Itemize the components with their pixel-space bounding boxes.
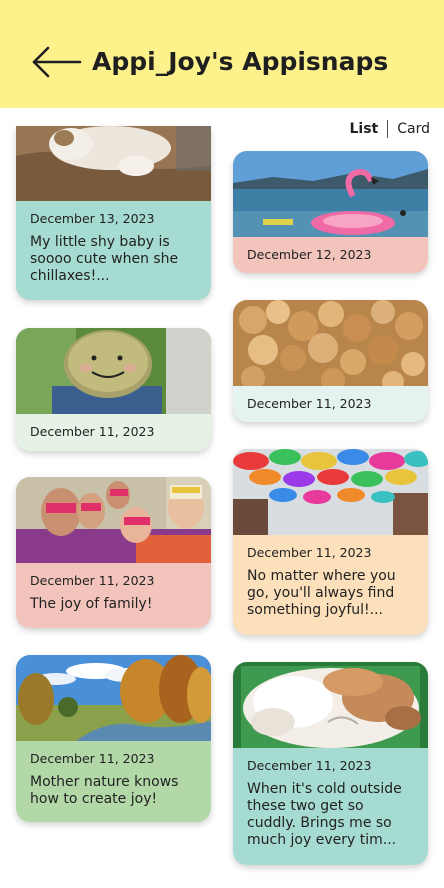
post-caption: No matter where you go, you'll always fi… (247, 568, 396, 618)
post-caption: My little shy baby is soooo cute when sh… (30, 234, 179, 284)
cats-cuddling-photo (233, 662, 428, 748)
app-header: Appi_Joy's Appisnaps (0, 0, 444, 108)
post-caption: When it's cold outside these two get so … (247, 781, 402, 848)
post-card[interactable]: December 11, 2023 No matter where you go… (233, 449, 428, 635)
flamingo-float-lake-photo (233, 151, 428, 237)
post-caption: The joy of family! (30, 596, 153, 612)
smiling-potato-pot-photo (16, 328, 211, 414)
list-view-toggle[interactable]: List (349, 121, 378, 137)
post-date: December 11, 2023 (247, 758, 372, 773)
view-toggle: List Card (349, 118, 430, 140)
post-card-body: December 11, 2023 Mother nature knows ho… (16, 741, 211, 808)
family-masks-photo (16, 477, 211, 563)
post-date: December 12, 2023 (247, 247, 372, 262)
post-date: December 11, 2023 (30, 751, 155, 766)
post-date: December 11, 2023 (30, 424, 155, 439)
post-card-body: December 11, 2023 No matter where you go… (233, 535, 428, 619)
page-title: Appi_Joy's Appisnaps (92, 47, 389, 76)
umbrella-sky-photo (233, 449, 428, 535)
post-card[interactable]: December 11, 2023 (16, 328, 211, 451)
post-card[interactable]: December 11, 2023 Mother nature knows ho… (16, 655, 211, 822)
post-card-body: December 11, 2023 The joy of family! (16, 563, 211, 613)
autumn-landscape-photo (16, 655, 211, 741)
post-caption: Mother nature knows how to create joy! (30, 774, 179, 807)
post-card[interactable]: December 13, 2023 My little shy baby is … (16, 126, 211, 300)
toggle-divider (387, 120, 389, 138)
post-date: December 11, 2023 (30, 573, 155, 588)
cat-sleeping-photo (16, 126, 211, 201)
post-card[interactable]: December 11, 2023 The joy of family! (16, 477, 211, 628)
caramel-popcorn-photo (233, 300, 428, 386)
post-card-body: December 11, 2023 (233, 386, 428, 412)
post-date: December 13, 2023 (30, 211, 155, 226)
post-card-body: December 12, 2023 (233, 237, 428, 263)
post-card[interactable]: December 11, 2023 (233, 300, 428, 422)
post-card-body: December 11, 2023 (16, 414, 211, 440)
post-card[interactable]: December 11, 2023 When it's cold outside… (233, 662, 428, 865)
arrow-left-icon[interactable] (30, 44, 82, 80)
card-view-toggle[interactable]: Card (397, 121, 430, 137)
post-date: December 11, 2023 (247, 545, 372, 560)
post-card[interactable]: December 12, 2023 (233, 151, 428, 273)
post-card-body: December 13, 2023 My little shy baby is … (16, 201, 211, 285)
post-card-body: December 11, 2023 When it's cold outside… (233, 748, 428, 849)
post-date: December 11, 2023 (247, 396, 372, 411)
